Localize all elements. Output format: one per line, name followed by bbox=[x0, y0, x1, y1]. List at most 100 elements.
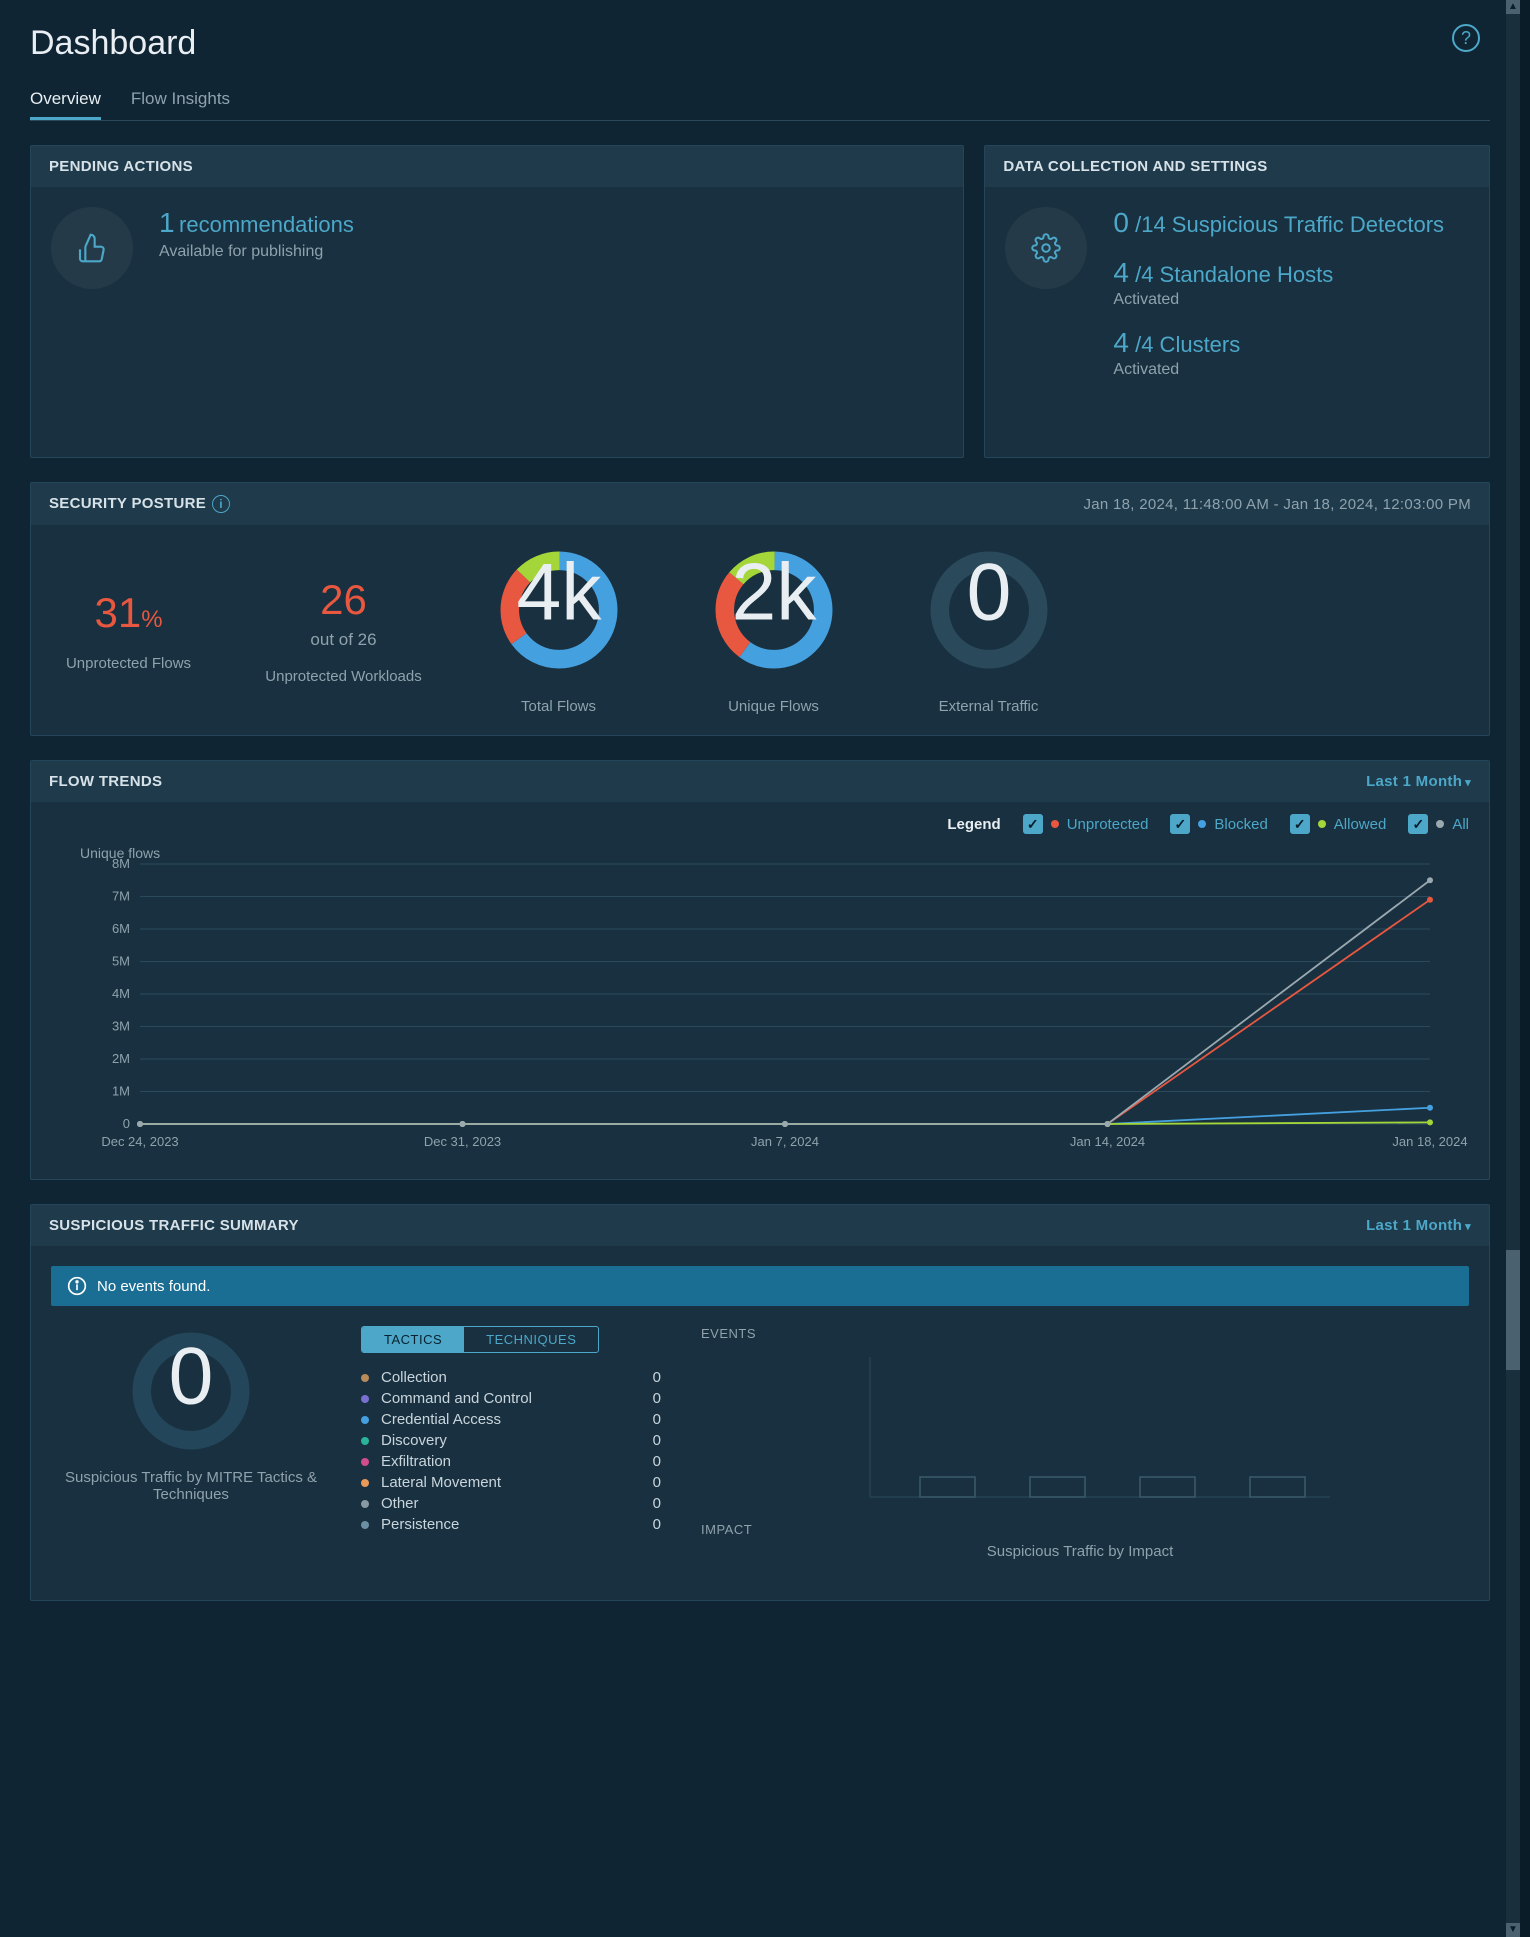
tactic-dot-icon bbox=[361, 1437, 369, 1445]
suspicious-header: SUSPICIOUS TRAFFIC SUMMARY bbox=[49, 1217, 299, 1234]
tactic-dot-icon bbox=[361, 1458, 369, 1466]
flow-trends-header: FLOW TRENDS bbox=[49, 773, 162, 790]
pending-count: 1 bbox=[159, 207, 175, 238]
tactic-dot-icon bbox=[361, 1416, 369, 1424]
unprotected-workloads-value: 26 bbox=[256, 576, 431, 624]
mitre-donut-label: Suspicious Traffic by MITRE Tactics & Te… bbox=[61, 1469, 321, 1503]
pending-subtext: Available for publishing bbox=[159, 243, 354, 261]
info-icon[interactable]: i bbox=[212, 495, 230, 513]
mitre-donut: 0 bbox=[126, 1326, 256, 1456]
tactic-row: Lateral Movement0 bbox=[361, 1472, 661, 1493]
unique-flows-cell: 2k Unique Flows bbox=[686, 545, 861, 715]
suspicious-range-selector[interactable]: Last 1 Month▾ bbox=[1366, 1217, 1471, 1234]
techniques-tab[interactable]: TECHNIQUES bbox=[464, 1327, 598, 1352]
svg-text:4M: 4M bbox=[112, 986, 130, 1001]
svg-text:2M: 2M bbox=[112, 1051, 130, 1066]
flow-trends-range-selector[interactable]: Last 1 Month▾ bbox=[1366, 773, 1471, 790]
unprotected-workloads-label: Unprotected Workloads bbox=[256, 668, 431, 685]
security-posture-header: SECURITY POSTURE bbox=[49, 495, 206, 512]
flow-trends-chart: Unique flows 01M2M3M4M5M6M7M8M Dec 24, 2… bbox=[51, 844, 1469, 1154]
legend-unprotected[interactable]: ✓Unprotected bbox=[1023, 814, 1149, 834]
legend-all[interactable]: ✓All bbox=[1408, 814, 1469, 834]
tactic-dot-icon bbox=[361, 1500, 369, 1508]
detectors-link[interactable]: 0 /14 Suspicious Traffic Detectors bbox=[1113, 207, 1469, 239]
chevron-down-icon: ▾ bbox=[1465, 777, 1471, 789]
clusters-label: /4 Clusters bbox=[1135, 332, 1240, 357]
hosts-link[interactable]: 4 /4 Standalone Hosts Activated bbox=[1113, 257, 1469, 309]
pending-recommendation[interactable]: 1 recommendations Available for publishi… bbox=[159, 207, 354, 261]
tactic-dot-icon bbox=[361, 1521, 369, 1529]
posture-timestamp: Jan 18, 2024, 11:48:00 AM - Jan 18, 2024… bbox=[1083, 496, 1471, 513]
svg-text:2k: 2k bbox=[731, 547, 817, 637]
tactic-row: Exfiltration0 bbox=[361, 1451, 661, 1472]
flow-trends-card: FLOW TRENDS Last 1 Month▾ Legend ✓Unprot… bbox=[30, 760, 1490, 1180]
tactic-value: 0 bbox=[653, 1390, 661, 1407]
svg-text:6M: 6M bbox=[112, 921, 130, 936]
tab-flow-insights[interactable]: Flow Insights bbox=[131, 81, 230, 120]
external-traffic-label: External Traffic bbox=[901, 698, 1076, 715]
unique-flows-label: Unique Flows bbox=[686, 698, 861, 715]
clusters-count: 4 bbox=[1113, 327, 1129, 358]
svg-text:0: 0 bbox=[123, 1116, 130, 1131]
svg-text:3M: 3M bbox=[112, 1019, 130, 1034]
tactic-value: 0 bbox=[653, 1453, 661, 1470]
checkbox-icon[interactable]: ✓ bbox=[1170, 814, 1190, 834]
total-flows-donut: 4k bbox=[494, 545, 624, 675]
gear-icon bbox=[1005, 207, 1087, 289]
clusters-link[interactable]: 4 /4 Clusters Activated bbox=[1113, 327, 1469, 379]
no-events-banner: No events found. bbox=[51, 1266, 1469, 1306]
flow-trends-legend: Legend ✓Unprotected ✓Blocked ✓Allowed ✓A… bbox=[31, 802, 1489, 834]
unprotected-flows-unit: % bbox=[141, 606, 162, 633]
tactic-value: 0 bbox=[653, 1369, 661, 1386]
help-icon[interactable]: ? bbox=[1452, 24, 1480, 52]
tactic-row: Credential Access0 bbox=[361, 1409, 661, 1430]
svg-text:Dec 24, 2023: Dec 24, 2023 bbox=[101, 1134, 178, 1149]
tactic-value: 0 bbox=[653, 1516, 661, 1533]
svg-text:4k: 4k bbox=[516, 547, 602, 637]
pending-label: recommendations bbox=[179, 212, 354, 237]
tactic-row: Command and Control0 bbox=[361, 1388, 661, 1409]
svg-text:8M: 8M bbox=[112, 856, 130, 871]
tactic-value: 0 bbox=[653, 1411, 661, 1428]
chevron-down-icon: ▾ bbox=[1465, 1221, 1471, 1233]
legend-allowed[interactable]: ✓Allowed bbox=[1290, 814, 1387, 834]
tactic-dot-icon bbox=[361, 1374, 369, 1382]
scroll-up-arrow-icon[interactable]: ▲ bbox=[1506, 0, 1520, 14]
checkbox-icon[interactable]: ✓ bbox=[1408, 814, 1428, 834]
mitre-donut-block: 0 Suspicious Traffic by MITRE Tactics & … bbox=[61, 1326, 321, 1560]
tactic-value: 0 bbox=[653, 1495, 661, 1512]
events-label: EVENTS bbox=[701, 1326, 1459, 1341]
tactic-name: Collection bbox=[381, 1369, 447, 1386]
tactics-tab[interactable]: TACTICS bbox=[362, 1327, 464, 1352]
tactics-list: Collection0Command and Control0Credentia… bbox=[361, 1367, 661, 1535]
total-flows-cell: 4k Total Flows bbox=[471, 545, 646, 715]
impact-chart-label: Suspicious Traffic by Impact bbox=[701, 1543, 1459, 1560]
security-posture-card: SECURITY POSTURE i Jan 18, 2024, 11:48:00… bbox=[30, 482, 1490, 736]
data-collection-header: DATA COLLECTION AND SETTINGS bbox=[985, 146, 1489, 187]
tactic-name: Other bbox=[381, 1495, 419, 1512]
clusters-status: Activated bbox=[1113, 361, 1469, 379]
unprotected-flows-value: 31 bbox=[94, 589, 141, 636]
checkbox-icon[interactable]: ✓ bbox=[1023, 814, 1043, 834]
scroll-down-arrow-icon[interactable]: ▼ bbox=[1506, 1923, 1520, 1937]
checkbox-icon[interactable]: ✓ bbox=[1290, 814, 1310, 834]
pending-actions-header: PENDING ACTIONS bbox=[31, 146, 963, 187]
hosts-label: /4 Standalone Hosts bbox=[1135, 262, 1333, 287]
banner-text: No events found. bbox=[97, 1278, 210, 1295]
unprotected-flows-cell: 31% Unprotected Flows bbox=[41, 589, 216, 672]
detectors-label: /14 Suspicious Traffic Detectors bbox=[1135, 212, 1444, 237]
legend-blocked[interactable]: ✓Blocked bbox=[1170, 814, 1267, 834]
tactic-value: 0 bbox=[653, 1474, 661, 1491]
pending-actions-card: PENDING ACTIONS 1 recommendations Availa… bbox=[30, 145, 964, 458]
tab-bar: Overview Flow Insights bbox=[30, 81, 1490, 121]
hosts-count: 4 bbox=[1113, 257, 1129, 288]
scrollbar-thumb[interactable] bbox=[1506, 1250, 1520, 1370]
page-title: Dashboard bbox=[30, 24, 1490, 63]
vertical-scrollbar[interactable]: ▲ ▼ bbox=[1506, 0, 1520, 1937]
legend-label: Legend bbox=[947, 816, 1000, 833]
tab-overview[interactable]: Overview bbox=[30, 81, 101, 120]
svg-text:0: 0 bbox=[169, 1331, 214, 1421]
tactics-techniques-toggle: TACTICS TECHNIQUES bbox=[361, 1326, 599, 1353]
svg-text:7M: 7M bbox=[112, 889, 130, 904]
tactic-dot-icon bbox=[361, 1479, 369, 1487]
